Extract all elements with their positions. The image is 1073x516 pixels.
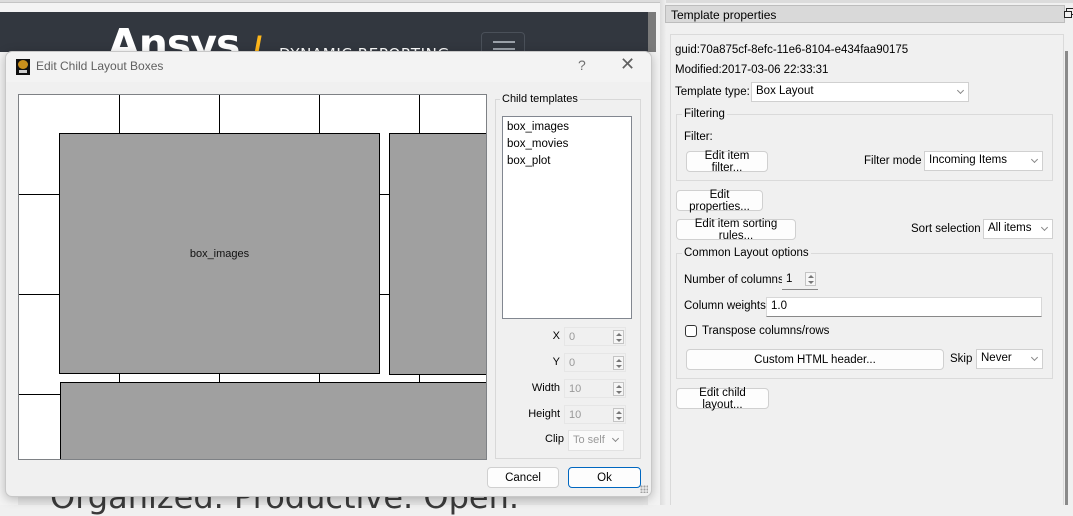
sort-selection-select[interactable]: All items [983,219,1053,239]
filter-mode-select[interactable]: Incoming Items [924,151,1043,171]
guid-text: guid:70a875cf-8efc-11e6-8104-e434faa9017… [675,44,909,56]
skip-label: Skip [950,353,973,365]
template-properties-panel: Template properties guid:70a875cf-8efc-1… [660,0,1073,505]
ok-button[interactable]: Ok [568,467,641,488]
custom-html-header-button[interactable]: Custom HTML header... [686,349,944,370]
edit-properties-button[interactable]: Edit properties... [676,189,763,213]
clip-select[interactable]: To self [568,430,624,451]
app-icon [16,59,30,75]
spin-arrows-icon[interactable] [613,408,624,422]
height-label: Height [528,408,560,420]
grid-line [19,394,60,395]
grid-line [379,194,389,195]
edit-child-layout-button[interactable]: Edit child layout... [676,387,769,411]
width-spinbox[interactable]: 10 [564,379,626,398]
clip-value: To self [573,434,605,446]
grid-line [379,294,389,295]
grid-line [19,194,59,195]
layout-box-plot[interactable] [60,382,486,459]
layout-box-movies[interactable] [389,133,486,375]
num-columns-label: Number of columns [684,274,784,286]
chevron-down-icon [1030,353,1039,362]
column-weights-input[interactable]: 1.0 [766,297,1042,317]
panel-header: Template properties [665,5,1065,23]
x-label: X [552,330,560,342]
y-label: Y [552,356,560,368]
sort-selection-label: Sort selection [911,223,981,235]
width-value: 10 [569,383,582,395]
chevron-down-icon [956,86,965,95]
close-button[interactable]: ✕ [620,54,635,75]
spin-arrows-icon[interactable] [613,356,624,370]
chevron-down-icon [1040,223,1049,232]
grid-line [19,294,59,295]
spin-arrows-icon[interactable] [613,330,624,344]
grid-line [219,95,220,133]
undock-icon[interactable] [1063,6,1073,18]
cancel-button[interactable]: Cancel [487,467,559,488]
width-label: Width [531,382,560,394]
filtering-group-label: Filtering [682,108,727,120]
template-type-value: Box Layout [756,85,814,97]
height-row: Height 10 [502,405,632,425]
site-header: Ansys / DYNAMIC REPORTING [0,12,648,66]
dialog-title: Edit Child Layout Boxes [36,59,164,73]
template-type-select[interactable]: Box Layout [751,82,969,102]
x-row: X 0 [502,327,632,347]
menu-line-icon [493,41,515,43]
resize-grip-icon[interactable] [640,485,648,493]
grid-line [419,95,420,133]
transpose-label: Transpose columns/rows [702,325,830,337]
y-row: Y 0 [502,353,632,373]
modified-text: Modified:2017-03-06 22:33:31 [675,64,829,76]
skip-select[interactable]: Never [976,349,1043,369]
window-top-border [0,0,660,3]
dialog-titlebar[interactable]: Edit Child Layout Boxes ? ✕ [6,52,651,82]
layout-box-label: box_images [189,247,250,260]
chevron-down-icon [1030,155,1039,164]
transpose-checkbox[interactable] [685,325,697,337]
edit-item-filter-button[interactable]: Edit item filter... [686,150,768,174]
height-value: 10 [569,409,582,421]
spin-arrows-icon[interactable] [613,382,624,396]
width-row: Width 10 [502,379,632,399]
y-spinbox[interactable]: 0 [564,353,626,372]
chevron-down-icon [611,434,620,443]
layout-box-images[interactable]: box_images [59,133,380,374]
list-item[interactable]: box_plot [507,153,627,170]
sort-selection-value: All items [988,222,1032,234]
panel-scrollbar[interactable] [1065,51,1068,505]
edit-sorting-rules-button[interactable]: Edit item sorting rules... [676,218,796,242]
y-value: 0 [569,357,576,369]
spin-arrows-icon[interactable] [805,272,816,286]
x-value: 0 [569,331,576,343]
page-scrollbar[interactable] [648,12,656,52]
height-spinbox[interactable]: 10 [564,405,626,424]
list-item[interactable]: box_movies [507,136,627,153]
column-weights-label: Column weights [684,300,766,312]
edit-child-layout-dialog: Edit Child Layout Boxes ? ✕ box_images C… [5,51,652,497]
layout-canvas[interactable]: box_images [18,94,487,460]
template-type-label: Template type: [675,86,750,98]
child-templates-list[interactable]: box_images box_movies box_plot [502,116,632,319]
clip-label: Clip [545,433,564,445]
num-columns-spinbox[interactable]: 1 [782,271,818,290]
grid-line [119,95,120,133]
x-spinbox[interactable]: 0 [564,327,626,346]
filter-mode-value: Incoming Items [929,154,1007,166]
child-templates-label: Child templates [500,93,580,105]
filter-label: Filter: [684,131,713,143]
skip-value: Never [981,352,1012,364]
list-item[interactable]: box_images [507,119,627,136]
clip-row: Clip To self [502,430,632,451]
common-layout-group-label: Common Layout options [682,247,811,259]
panel-splitter[interactable] [660,0,666,505]
num-columns-value: 1 [786,273,793,285]
menu-line-icon [493,48,515,50]
grid-line [319,95,320,133]
panel-top-border [660,0,1073,3]
filter-mode-label: Filter mode [864,155,922,167]
help-button[interactable]: ? [578,57,586,73]
